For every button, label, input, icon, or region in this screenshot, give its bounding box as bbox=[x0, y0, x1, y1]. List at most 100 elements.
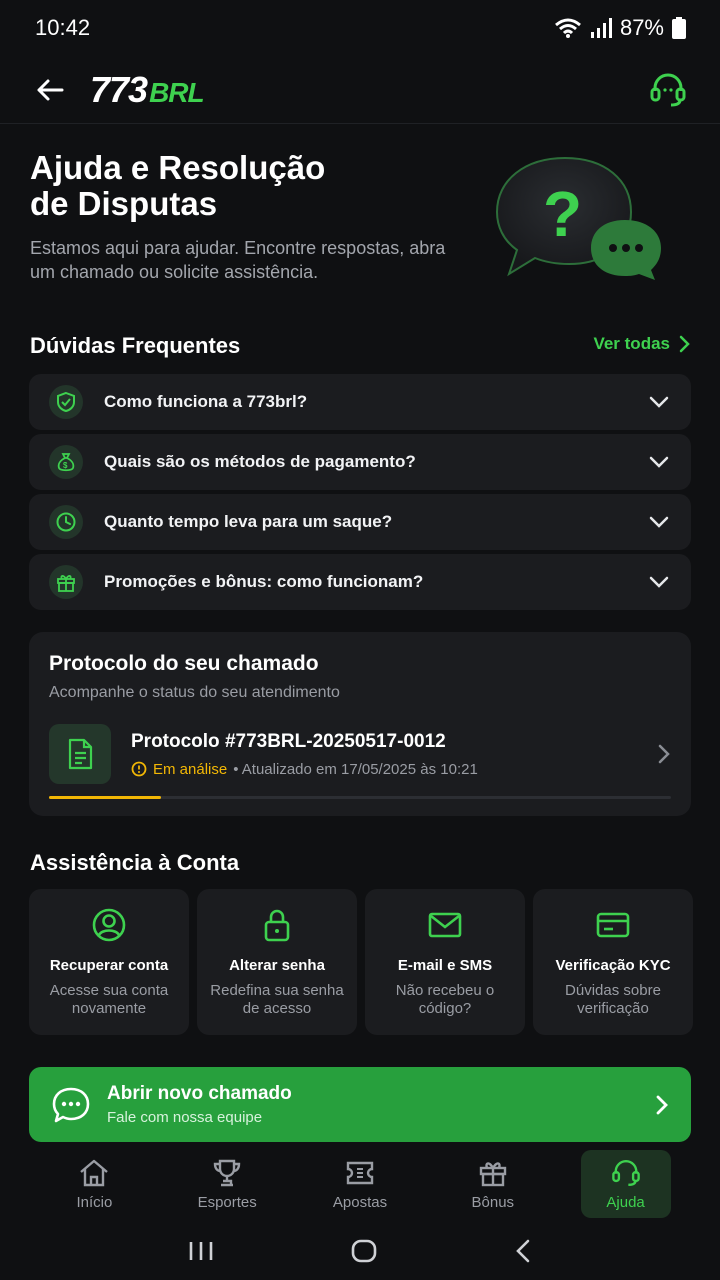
alert-circle-icon bbox=[131, 761, 147, 777]
faq-section-title: Dúvidas Frequentes bbox=[30, 333, 241, 358]
protocol-progress-bar bbox=[49, 796, 671, 799]
svg-text:?: ? bbox=[543, 178, 582, 250]
money-bag-icon: $ bbox=[49, 445, 83, 479]
chevron-right-icon bbox=[658, 744, 670, 764]
svg-text:$: $ bbox=[63, 461, 68, 470]
assist-card-change-password[interactable]: Alterar senha Redefina sua senha de aces… bbox=[197, 889, 357, 1035]
assist-card-email-sms[interactable]: E-mail e SMS Não recebeu o código? bbox=[365, 889, 525, 1035]
nav-item-esportes[interactable]: Esportes bbox=[182, 1150, 272, 1218]
recent-apps-icon[interactable] bbox=[188, 1240, 214, 1262]
nav-label: Apostas bbox=[332, 1193, 388, 1211]
trophy-icon bbox=[213, 1159, 241, 1186]
nav-label: Ajuda bbox=[606, 1193, 645, 1211]
protocol-number: Protocolo #773BRL-20250517-0012 bbox=[131, 730, 446, 752]
headset-icon bbox=[650, 73, 686, 106]
page-title: Ajuda e Resolução de Disputas bbox=[30, 150, 450, 222]
back-button[interactable] bbox=[30, 70, 70, 110]
faq-question: Como funciona a 773brl? bbox=[104, 392, 308, 411]
assistance-grid: Recuperar conta Acesse sua conta novamen… bbox=[29, 889, 693, 1035]
nav-label: Bônus bbox=[471, 1193, 515, 1211]
headset-icon bbox=[611, 1159, 640, 1186]
assist-card-title: Recuperar conta bbox=[49, 957, 169, 974]
home-icon bbox=[80, 1159, 109, 1186]
assist-card-kyc[interactable]: Verificação KYC Dúvidas sobre verificaçã… bbox=[533, 889, 693, 1035]
protocol-status-line: Em análise • Atualizado em 17/05/2025 às… bbox=[131, 761, 478, 778]
page-title-line2: de Disputas bbox=[30, 185, 218, 222]
chevron-down-icon bbox=[649, 456, 669, 468]
faq-item[interactable]: Quanto tempo leva para um saque? bbox=[29, 494, 691, 550]
status-time: 10:42 bbox=[35, 15, 91, 40]
ticket-icon bbox=[346, 1161, 374, 1184]
protocol-subtitle: Acompanhe o status do seu atendimento bbox=[49, 684, 340, 701]
document-icon bbox=[49, 724, 111, 784]
shield-check-icon bbox=[49, 385, 83, 419]
gift-icon bbox=[479, 1161, 506, 1186]
signal-icon bbox=[590, 18, 612, 38]
protocol-progress-fill bbox=[49, 796, 161, 799]
chevron-right-icon bbox=[656, 1095, 668, 1114]
logo-currency: BRL bbox=[149, 76, 205, 108]
battery-icon bbox=[672, 17, 686, 39]
battery-percent: 87% bbox=[619, 15, 664, 40]
bottom-nav: Início Esportes Apostas Bônus Ajuda bbox=[0, 1150, 720, 1222]
assist-card-title: E-mail e SMS bbox=[397, 957, 493, 974]
protocol-title: Protocolo do seu chamado bbox=[49, 652, 319, 675]
assist-card-recover-account[interactable]: Recuperar conta Acesse sua conta novamen… bbox=[29, 889, 189, 1035]
see-all-link[interactable]: Ver todas bbox=[593, 334, 690, 354]
nav-item-inicio[interactable]: Início bbox=[49, 1150, 139, 1218]
see-all-label: Ver todas bbox=[593, 334, 670, 353]
support-button[interactable] bbox=[646, 68, 690, 112]
clock-icon bbox=[49, 505, 83, 539]
logo-number: 773 bbox=[90, 68, 148, 110]
faq-question: Quanto tempo leva para um saque? bbox=[104, 512, 393, 531]
lock-icon bbox=[259, 907, 295, 943]
protocol-card: Protocolo do seu chamado Acompanhe o sta… bbox=[29, 632, 691, 816]
cta-text: Abrir novo chamado Fale com nossa equipe bbox=[107, 1083, 292, 1126]
nav-label: Início bbox=[76, 1193, 113, 1211]
assist-card-title: Alterar senha bbox=[229, 957, 325, 974]
user-circle-icon bbox=[91, 907, 127, 943]
nav-item-bonus[interactable]: Bônus bbox=[448, 1150, 538, 1218]
faq-question: Promoções e bônus: como funcionam? bbox=[104, 572, 424, 591]
faq-question: Quais são os métodos de pagamento? bbox=[104, 452, 416, 471]
page-title-line1: Ajuda e Resolução bbox=[30, 149, 326, 186]
assist-card-desc: Redefina sua senha de acesso bbox=[210, 982, 344, 1017]
assist-card-desc: Acesse sua conta novamente bbox=[49, 982, 169, 1017]
faq-item[interactable]: Como funciona a 773brl? bbox=[29, 374, 691, 430]
status-icons: 87% bbox=[554, 15, 686, 41]
assist-card-desc: Não recebeu o código? bbox=[395, 982, 495, 1017]
chevron-down-icon bbox=[649, 576, 669, 588]
assist-card-title: Verificação KYC bbox=[555, 957, 671, 974]
chat-bubble-icon bbox=[52, 1087, 90, 1122]
nav-item-ajuda[interactable]: Ajuda bbox=[580, 1150, 671, 1218]
assistance-section-title: Assistência à Conta bbox=[30, 850, 240, 875]
help-chat-illustration-icon: ? bbox=[495, 156, 661, 280]
protocol-info: Protocolo #773BRL-20250517-0012 Em análi… bbox=[131, 731, 478, 778]
faq-item[interactable]: Promoções e bônus: como funcionam? bbox=[29, 554, 691, 610]
gift-icon bbox=[49, 565, 83, 599]
page-subtitle: Estamos aqui para ajudar. Encontre respo… bbox=[30, 238, 446, 282]
system-back-icon[interactable] bbox=[514, 1239, 532, 1263]
faq-list: Como funciona a 773brl? $ Quais são os m… bbox=[29, 374, 691, 614]
protocol-row[interactable]: Protocolo #773BRL-20250517-0012 Em análi… bbox=[49, 724, 671, 784]
open-ticket-button[interactable]: Abrir novo chamado Fale com nossa equipe bbox=[29, 1067, 691, 1142]
hero-section: Ajuda e Resolução de Disputas Estamos aq… bbox=[30, 150, 690, 300]
chevron-right-icon bbox=[679, 335, 690, 353]
assist-card-desc: Dúvidas sobre verificação bbox=[565, 982, 661, 1017]
status-bar: 10:42 87% bbox=[0, 0, 720, 56]
faq-item[interactable]: $ Quais são os métodos de pagamento? bbox=[29, 434, 691, 490]
chevron-down-icon bbox=[649, 396, 669, 408]
system-nav-bar bbox=[0, 1222, 720, 1280]
mail-icon bbox=[427, 907, 463, 943]
id-card-icon bbox=[595, 907, 631, 943]
app-logo: 773 BRL bbox=[90, 68, 205, 111]
cta-subtitle: Fale com nossa equipe bbox=[107, 1109, 263, 1126]
chevron-down-icon bbox=[649, 516, 669, 528]
nav-label: Esportes bbox=[197, 1193, 257, 1211]
protocol-updated: • Atualizado em 17/05/2025 às 10:21 bbox=[233, 760, 478, 778]
cta-title: Abrir novo chamado bbox=[107, 1083, 292, 1104]
nav-item-apostas[interactable]: Apostas bbox=[315, 1150, 405, 1218]
wifi-icon bbox=[554, 18, 581, 38]
home-button-icon[interactable] bbox=[351, 1239, 377, 1263]
arrow-left-icon bbox=[37, 79, 64, 100]
